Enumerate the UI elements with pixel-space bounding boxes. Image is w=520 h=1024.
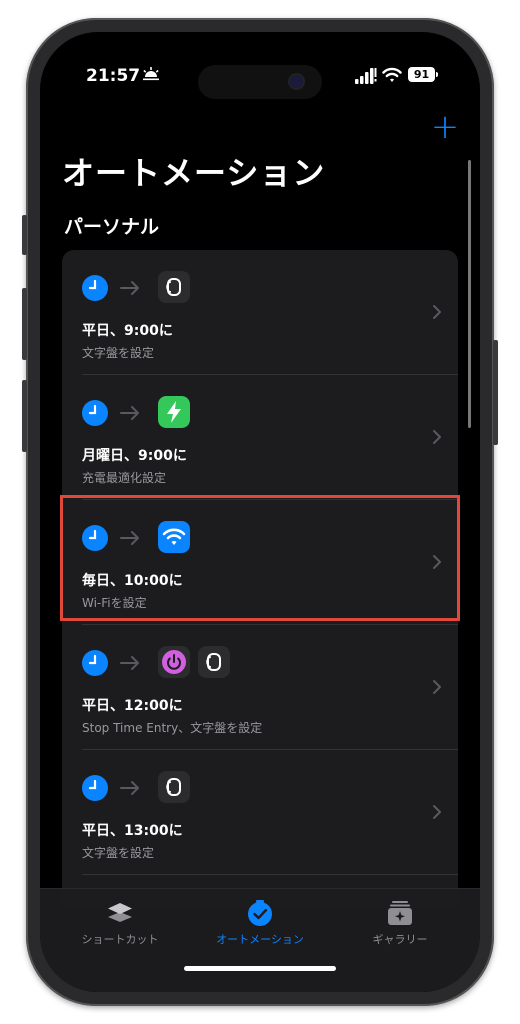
home-indicator[interactable]	[184, 966, 336, 971]
automation-title: 平日、13:00に	[82, 823, 183, 839]
tab-bar: ショートカット オートメーション ギャラリー	[40, 888, 480, 992]
automation-title: 月曜日、9:00に	[82, 448, 187, 464]
chevron-right-icon	[433, 805, 441, 819]
highlight-box	[60, 495, 460, 621]
sleep-focus-icon	[143, 67, 159, 81]
battery-tip	[436, 72, 438, 77]
automation-row[interactable]: 平日、13:00に 文字盤を設定	[62, 750, 458, 875]
clock-icon	[82, 275, 108, 301]
arrow-right-icon	[120, 781, 139, 795]
tab-label: ギャラリー	[372, 933, 428, 946]
tab-automation[interactable]: オートメーション	[190, 899, 330, 947]
battery-indicator: 91	[408, 67, 435, 82]
automation-row[interactable]: 平日、12:00に Stop Time Entry、文字盤を設定	[62, 625, 458, 750]
watch-face-icon	[158, 771, 190, 803]
chevron-right-icon	[433, 305, 441, 319]
arrow-right-icon	[120, 656, 139, 670]
wifi-status-icon	[382, 67, 402, 82]
clock-icon	[82, 400, 108, 426]
automation-subtitle: 文字盤を設定	[82, 346, 155, 360]
gallery-icon	[388, 901, 412, 925]
section-header: パーソナル	[64, 216, 160, 238]
power-icon	[158, 646, 190, 678]
add-automation-button[interactable]: +	[429, 110, 461, 144]
divider	[82, 874, 458, 875]
cellular-signal-icon	[355, 68, 377, 84]
dynamic-island	[198, 65, 322, 99]
automation-row[interactable]: 月曜日、9:00に 充電最適化設定	[62, 375, 458, 500]
volume-down-button	[22, 380, 27, 452]
automation-subtitle: Stop Time Entry、文字盤を設定	[82, 721, 263, 735]
clock-icon	[82, 775, 108, 801]
watch-face-icon	[198, 646, 230, 678]
arrow-right-icon	[120, 281, 139, 295]
arrow-right-icon	[120, 406, 139, 420]
tab-label: オートメーション	[216, 933, 304, 946]
automation-row[interactable]: 平日、9:00に 文字盤を設定	[62, 250, 458, 375]
chevron-right-icon	[433, 430, 441, 444]
page-title: オートメーション	[62, 154, 326, 192]
watch-face-icon	[158, 271, 190, 303]
chevron-right-icon	[433, 680, 441, 694]
tab-gallery[interactable]: ギャラリー	[330, 899, 470, 947]
bolt-icon	[158, 396, 190, 428]
automation-subtitle: 充電最適化設定	[82, 471, 167, 485]
status-time: 21:57	[86, 66, 141, 86]
tab-shortcuts[interactable]: ショートカット	[50, 899, 190, 947]
action-button	[22, 215, 27, 255]
automation-title: 平日、9:00に	[82, 323, 173, 339]
automation-title: 平日、12:00に	[82, 698, 183, 714]
layers-icon	[108, 903, 132, 922]
power-button	[493, 340, 498, 445]
scrollbar[interactable]	[468, 160, 471, 428]
clock-check-icon	[248, 900, 272, 926]
camera-dot	[290, 75, 303, 88]
automation-subtitle: 文字盤を設定	[82, 846, 155, 860]
tab-label: ショートカット	[81, 933, 159, 946]
volume-up-button	[22, 288, 27, 360]
clock-icon	[82, 650, 108, 676]
